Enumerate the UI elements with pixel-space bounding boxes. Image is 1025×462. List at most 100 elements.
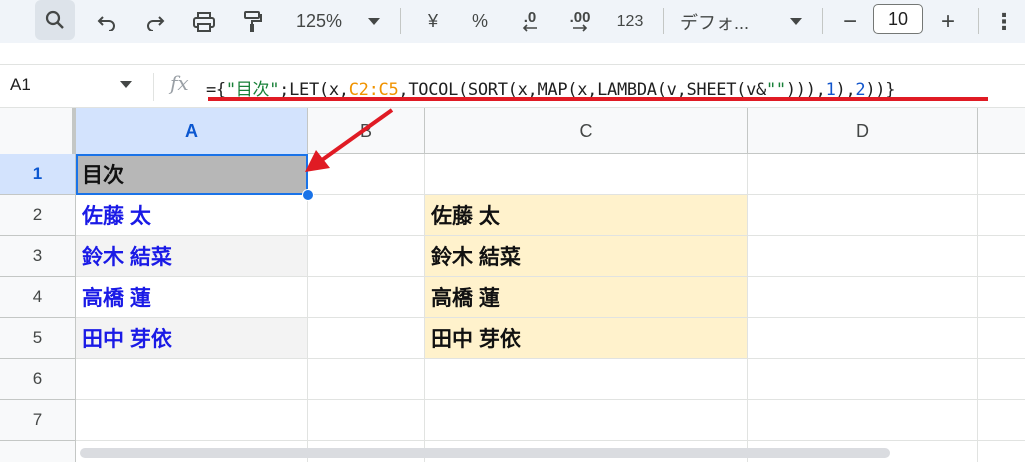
increase-font-size-button[interactable]: + (934, 0, 962, 43)
font-size-value: 10 (887, 8, 909, 29)
horizontal-scrollbar[interactable] (80, 448, 890, 458)
zoom-value: 125% (295, 11, 343, 31)
arrow-left-icon (522, 24, 537, 32)
cell-e6[interactable] (978, 359, 1025, 400)
formula-bar-divider (153, 73, 154, 101)
cell-a7[interactable] (76, 400, 308, 441)
increase-decimal-button[interactable]: .00 (562, 0, 598, 43)
column-header-e[interactable] (978, 108, 1025, 154)
cell-e4[interactable] (978, 277, 1025, 318)
cell-b5[interactable] (308, 318, 425, 359)
zoom-dropdown-button[interactable] (364, 0, 384, 43)
arrow-right-icon (573, 24, 588, 32)
cell-d1[interactable] (748, 154, 978, 195)
font-family-value: デフォ... (680, 12, 750, 33)
currency-label: ¥ (427, 11, 438, 31)
column-header-d[interactable]: D (748, 108, 978, 154)
minus-icon: − (842, 7, 857, 35)
formula-bar: A1 fx ={"目次";LET(x,C2:C5,TOCOL(SORT(x,MA… (0, 64, 1025, 108)
cell-d3[interactable] (748, 236, 978, 277)
cell-b4[interactable] (308, 277, 425, 318)
undo-button[interactable] (92, 0, 122, 43)
cell-c2[interactable]: 佐藤 太 (425, 195, 748, 236)
fx-icon: fx (170, 71, 189, 95)
cell-b2[interactable] (308, 195, 425, 236)
cell-d4[interactable] (748, 277, 978, 318)
cell-b7[interactable] (308, 400, 425, 441)
cell-a5[interactable]: 田中 芽依 (76, 318, 308, 359)
row-header-5[interactable]: 5 (0, 318, 76, 359)
row-header-3[interactable]: 3 (0, 236, 76, 277)
row-header-6[interactable]: 6 (0, 359, 76, 400)
column-header-c[interactable]: C (425, 108, 748, 154)
currency-format-button[interactable]: ¥ (420, 0, 446, 43)
redo-button[interactable] (140, 0, 170, 43)
cell-c5[interactable]: 田中 芽依 (425, 318, 748, 359)
toolbar-divider (822, 8, 823, 34)
cell-e5[interactable] (978, 318, 1025, 359)
cell-a1[interactable]: 目次 (76, 154, 308, 195)
font-family-select[interactable]: デフォ... (680, 0, 780, 43)
decrease-font-size-button[interactable]: − (836, 0, 864, 43)
row-header-2[interactable]: 2 (0, 195, 76, 236)
spreadsheet-grid: A B C D 1 2 3 4 5 6 7 目次 佐藤 太 佐藤 太 鈴木 結菜… (0, 108, 1025, 462)
number-format-button[interactable]: 123 (610, 0, 650, 43)
percent-format-button[interactable]: % (466, 0, 494, 43)
column-header-a[interactable]: A (76, 108, 308, 154)
font-size-input[interactable]: 10 (873, 4, 923, 34)
name-box-dropdown-icon[interactable] (120, 81, 132, 88)
search-icon (45, 10, 64, 29)
paint-format-icon (244, 10, 262, 32)
undo-icon (97, 15, 115, 31)
cell-a6[interactable] (76, 359, 308, 400)
more-options-button[interactable]: ⋮ (992, 0, 1016, 43)
plus-icon: + (940, 7, 955, 35)
cell-c4[interactable]: 高橋 蓮 (425, 277, 748, 318)
number-format-label: 123 (616, 12, 644, 30)
cell-d5[interactable] (748, 318, 978, 359)
cell-a3[interactable]: 鈴木 結菜 (76, 236, 308, 277)
column-header-row: A B C D (0, 108, 1025, 154)
name-box[interactable]: A1 (10, 75, 31, 95)
select-all-corner[interactable] (0, 108, 76, 154)
cell-e1[interactable] (978, 154, 1025, 195)
row-header-7[interactable]: 7 (0, 400, 76, 441)
paint-format-button[interactable] (238, 0, 268, 43)
cell-c1[interactable] (425, 154, 748, 195)
toolbar-divider (978, 8, 979, 34)
cell-d7[interactable] (748, 400, 978, 441)
toolbar: 125% ¥ % .0 .00 123 デフォ... − 10 + ⋮ (0, 0, 1025, 43)
cell-a2[interactable]: 佐藤 太 (76, 195, 308, 236)
decrease-decimal-button[interactable]: .0 (512, 0, 548, 43)
cell-c6[interactable] (425, 359, 748, 400)
search-menu-button[interactable] (35, 0, 75, 40)
column-header-b[interactable]: B (308, 108, 425, 154)
cell-b3[interactable] (308, 236, 425, 277)
annotation-underline (208, 97, 988, 101)
cell-b1[interactable] (308, 154, 425, 195)
toolbar-divider (400, 8, 401, 34)
cell-d2[interactable] (748, 195, 978, 236)
cell-e2[interactable] (978, 195, 1025, 236)
cell-d6[interactable] (748, 359, 978, 400)
increase-decimal-label: .00 (569, 9, 591, 26)
decrease-decimal-label: .0 (523, 9, 537, 26)
cell-e3[interactable] (978, 236, 1025, 277)
redo-icon (147, 15, 165, 31)
cell-a4[interactable]: 高橋 蓮 (76, 277, 308, 318)
cell-c7[interactable] (425, 400, 748, 441)
percent-label: % (471, 11, 488, 31)
font-dropdown-button[interactable] (786, 0, 806, 43)
toolbar-divider (663, 8, 664, 34)
cell-e7[interactable] (978, 400, 1025, 441)
caret-down-icon (790, 17, 802, 25)
cell-c3[interactable]: 鈴木 結菜 (425, 236, 748, 277)
zoom-select[interactable]: 125% (288, 0, 350, 43)
fill-handle[interactable] (302, 189, 314, 201)
row-header-8[interactable] (0, 441, 76, 462)
more-vert-icon: ⋮ (993, 8, 1015, 34)
cell-b6[interactable] (308, 359, 425, 400)
row-header-1[interactable]: 1 (0, 154, 76, 195)
row-header-4[interactable]: 4 (0, 277, 76, 318)
print-button[interactable] (188, 0, 220, 43)
